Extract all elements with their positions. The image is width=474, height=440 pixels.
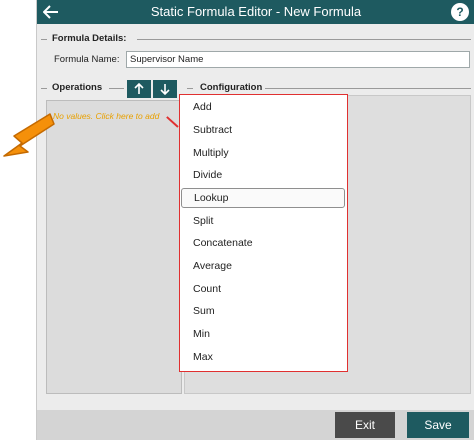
operations-heading: Operations	[49, 82, 106, 93]
menu-item-divide[interactable]: Divide	[193, 169, 222, 181]
menu-item-sum[interactable]: Sum	[193, 305, 215, 317]
menu-item-min[interactable]: Min	[193, 328, 210, 340]
divider	[41, 39, 47, 40]
formula-details-heading: Formula Details:	[49, 33, 130, 44]
operation-type-menu: Add Subtract Multiply Divide Lookup Spli…	[179, 94, 348, 372]
menu-item-multiply[interactable]: Multiply	[193, 147, 229, 159]
move-up-button[interactable]	[127, 80, 151, 98]
arrow-up-icon	[134, 83, 144, 94]
orange-pointer-arrow-icon	[3, 113, 55, 157]
help-button[interactable]: ?	[451, 3, 469, 21]
divider	[187, 88, 193, 89]
configuration-heading: Configuration	[197, 82, 266, 93]
formula-name-label: Formula Name:	[54, 54, 120, 65]
exit-button[interactable]: Exit	[335, 412, 395, 438]
menu-item-concatenate[interactable]: Concatenate	[193, 237, 253, 249]
save-button[interactable]: Save	[407, 412, 469, 438]
menu-item-lookup[interactable]: Lookup	[181, 188, 345, 208]
operations-empty-placeholder[interactable]: No values. Click here to add	[53, 111, 159, 121]
divider	[109, 88, 124, 89]
menu-item-max[interactable]: Max	[193, 351, 213, 363]
formula-name-input[interactable]	[126, 51, 470, 68]
window-title: Static Formula Editor - New Formula	[150, 4, 362, 19]
title-bar: Static Formula Editor - New Formula ?	[37, 0, 474, 24]
menu-item-count[interactable]: Count	[193, 283, 221, 295]
menu-item-add[interactable]: Add	[193, 101, 212, 113]
divider	[41, 88, 47, 89]
operations-list[interactable]: No values. Click here to add	[46, 100, 182, 394]
menu-item-split[interactable]: Split	[193, 215, 213, 227]
menu-item-subtract[interactable]: Subtract	[193, 124, 232, 136]
arrow-down-icon	[160, 84, 170, 95]
menu-item-average[interactable]: Average	[193, 260, 232, 272]
move-down-button[interactable]	[153, 80, 177, 98]
divider	[265, 88, 471, 89]
divider	[137, 39, 471, 40]
